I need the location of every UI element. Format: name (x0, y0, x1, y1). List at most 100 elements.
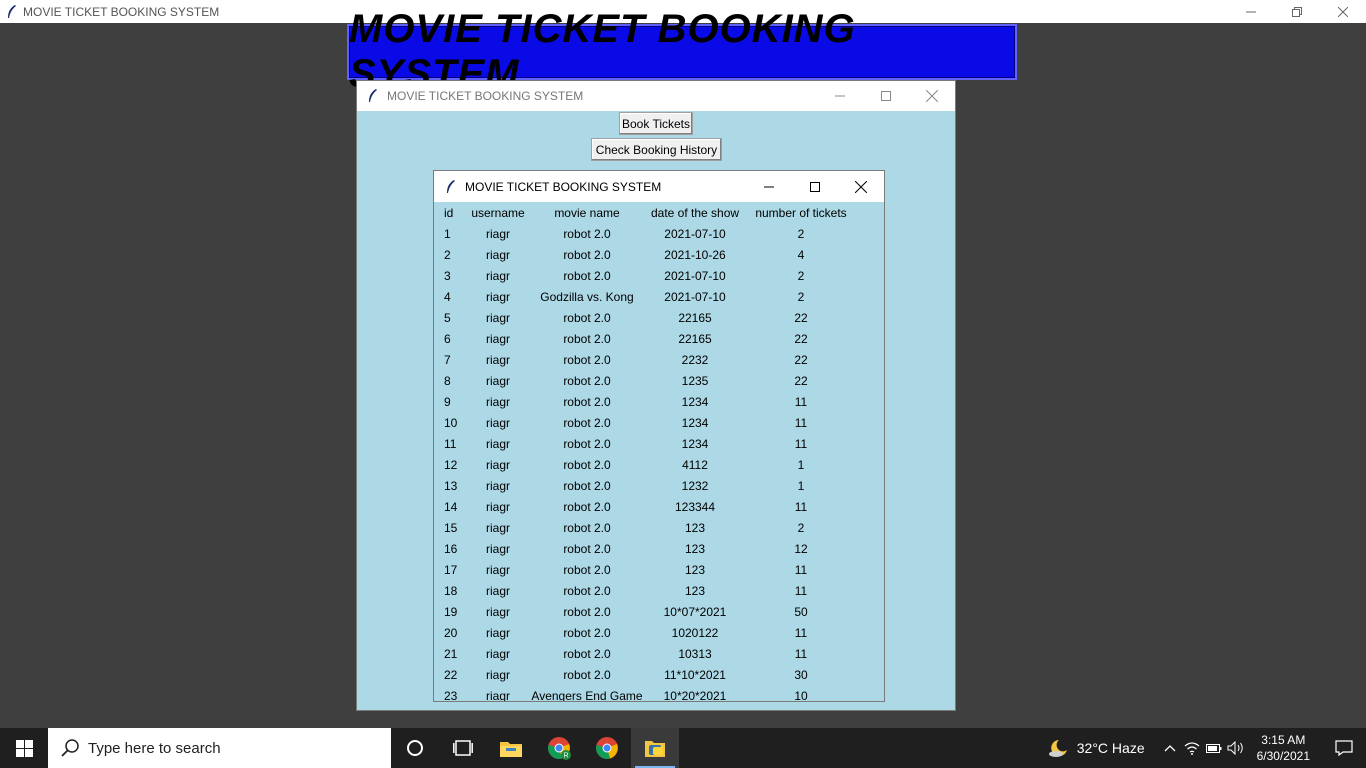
maximize-icon (810, 181, 820, 192)
table-row: 19 riagr robot 2.0 10*07*2021 50 (434, 601, 858, 622)
close-icon (855, 180, 867, 193)
minimize-button[interactable] (1228, 0, 1274, 23)
chrome-button[interactable] (583, 728, 631, 768)
cell-movie-name: Avengers End Game (531, 688, 643, 702)
cell-number-of-tickets: 11 (794, 562, 808, 577)
moon-cloud-icon (1048, 740, 1067, 757)
close-button[interactable] (838, 171, 884, 202)
cell-id: 14 (444, 499, 458, 514)
wifi-icon (1184, 742, 1199, 755)
cell-date: 1235 (681, 373, 709, 388)
task-view-button[interactable] (439, 728, 487, 768)
chrome-icon (596, 737, 618, 759)
cell-movie-name: robot 2.0 (563, 331, 611, 346)
cell-id: 23 (444, 688, 458, 702)
chrome-profile-button[interactable]: R (535, 728, 583, 768)
table-row: 13 riagr robot 2.0 1232 1 (434, 475, 858, 496)
cell-number-of-tickets: 22 (794, 331, 808, 346)
cell-number-of-tickets: 1 (797, 457, 805, 472)
table-row: 1 riagr robot 2.0 2021-07-10 2 (434, 223, 858, 244)
cell-date: 2021-07-10 (664, 268, 726, 283)
system-tray: 32°C Haze 3:15 AM 6/30/2021 (1047, 728, 1366, 768)
check-booking-history-button[interactable]: Check Booking History (591, 138, 722, 161)
cell-username: riagr (485, 352, 510, 367)
table-row: 23 riagr Avengers End Game 10*20*2021 10 (434, 685, 858, 702)
cell-movie-name: robot 2.0 (563, 646, 611, 661)
python-app-icon (645, 741, 665, 757)
taskbar: Type here to search R 32°C Haze 3:15 AM … (0, 728, 1366, 768)
cell-number-of-tickets: 30 (794, 667, 808, 682)
battery-button[interactable] (1203, 728, 1225, 768)
cell-id: 3 (444, 268, 451, 283)
cell-movie-name: robot 2.0 (563, 226, 611, 241)
column-header-date: date of the show (650, 205, 740, 220)
cell-movie-name: robot 2.0 (563, 373, 611, 388)
weather-text: 32°C Haze (1076, 740, 1145, 756)
start-button[interactable] (0, 728, 48, 768)
table-row: 10 riagr robot 2.0 1234 11 (434, 412, 858, 433)
weather-widget[interactable]: 32°C Haze (1047, 738, 1145, 758)
close-button[interactable] (1320, 0, 1366, 23)
cell-number-of-tickets: 2 (797, 268, 805, 283)
cell-date: 123 (684, 583, 706, 598)
cell-date: 22165 (678, 331, 712, 346)
cell-date: 123 (684, 541, 706, 556)
cell-number-of-tickets: 2 (797, 289, 805, 304)
cell-movie-name: robot 2.0 (563, 352, 611, 367)
taskbar-search-box[interactable]: Type here to search (48, 728, 391, 768)
cell-username: riagr (485, 499, 510, 514)
cell-movie-name: robot 2.0 (563, 478, 611, 493)
cell-movie-name: robot 2.0 (563, 499, 611, 514)
cell-id: 6 (444, 331, 451, 346)
restore-button[interactable] (1274, 0, 1320, 23)
menu-window-title: MOVIE TICKET BOOKING SYSTEM (387, 89, 584, 103)
minimize-button[interactable] (746, 171, 792, 202)
volume-button[interactable] (1225, 728, 1247, 768)
cell-id: 13 (444, 478, 458, 493)
column-header-username: username (471, 205, 525, 220)
cell-number-of-tickets: 12 (794, 541, 808, 556)
minimize-button[interactable] (817, 81, 863, 111)
python-app-button[interactable] (631, 728, 679, 768)
table-row: 5 riagr robot 2.0 22165 22 (434, 307, 858, 328)
table-row: 15 riagr robot 2.0 123 2 (434, 517, 858, 538)
cell-id: 9 (444, 394, 451, 409)
cell-movie-name: robot 2.0 (563, 394, 611, 409)
show-hidden-icons-button[interactable] (1159, 728, 1181, 768)
maximize-button[interactable] (863, 81, 909, 111)
cell-id: 21 (444, 646, 458, 661)
network-button[interactable] (1181, 728, 1203, 768)
menu-window-titlebar[interactable]: MOVIE TICKET BOOKING SYSTEM (357, 81, 955, 111)
cell-id: 11 (444, 436, 457, 451)
book-tickets-button[interactable]: Book Tickets (619, 112, 693, 135)
cell-date: 2021-07-10 (664, 289, 726, 304)
cell-movie-name: robot 2.0 (563, 268, 611, 283)
cell-movie-name: robot 2.0 (563, 583, 611, 598)
notification-icon (1335, 740, 1353, 756)
cell-date: 2232 (681, 352, 709, 367)
maximize-button[interactable] (792, 171, 838, 202)
cell-id: 1 (444, 226, 451, 241)
close-button[interactable] (909, 81, 955, 111)
cell-username: riagr (485, 478, 510, 493)
cell-id: 16 (444, 541, 458, 556)
close-icon (1338, 6, 1348, 17)
file-explorer-button[interactable] (487, 728, 535, 768)
cortana-button[interactable] (391, 728, 439, 768)
column-header-id: id (444, 205, 454, 220)
clock[interactable]: 3:15 AM 6/30/2021 (1257, 732, 1310, 764)
table-row: 14 riagr robot 2.0 123344 11 (434, 496, 858, 517)
cell-date: 1234 (681, 394, 709, 409)
notification-center-button[interactable] (1322, 728, 1366, 768)
cell-username: riagr (485, 331, 510, 346)
history-window-titlebar[interactable]: MOVIE TICKET BOOKING SYSTEM (434, 171, 884, 202)
table-row: 18 riagr robot 2.0 123 11 (434, 580, 858, 601)
cell-username: riagr (485, 289, 510, 304)
app-banner: MOVIE TICKET BOOKING SYSTEM (347, 7, 1017, 96)
close-icon (926, 90, 938, 102)
cell-date: 1234 (681, 415, 709, 430)
cell-movie-name: robot 2.0 (563, 415, 611, 430)
cell-username: riagr (485, 667, 510, 682)
volume-icon (1227, 741, 1243, 755)
cell-date: 10313 (678, 646, 712, 661)
